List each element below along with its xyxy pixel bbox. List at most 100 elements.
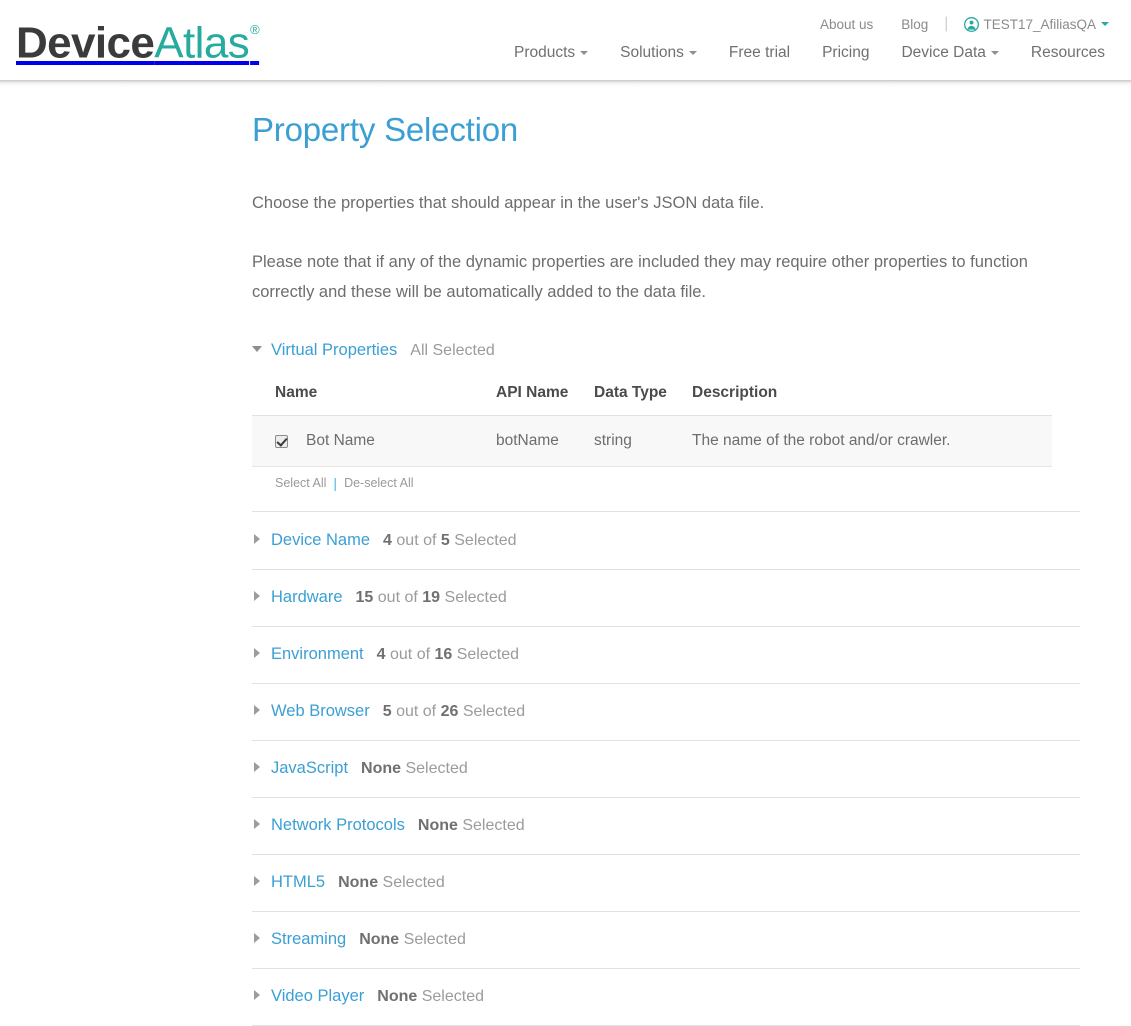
group-title-environment[interactable]: Environment bbox=[271, 641, 364, 667]
collapsed-groups-list: Device Name 4 out of 5 Selected Hardware 15… bbox=[252, 512, 1082, 1026]
table-header-row: Name API Name Data Type Description bbox=[252, 384, 1052, 416]
property-groups: Virtual Properties All Selected Name API… bbox=[252, 307, 1082, 1026]
nav-resources[interactable]: Resources bbox=[1015, 42, 1121, 64]
column-header-data-type: Data Type bbox=[594, 384, 692, 416]
chevron-right-icon bbox=[254, 648, 260, 658]
header-shadow bbox=[0, 80, 1131, 88]
group-count-environment: 4 out of 16 Selected bbox=[377, 642, 519, 668]
group-header-virtual-properties[interactable]: Virtual Properties All Selected bbox=[252, 337, 1082, 364]
nav-about-us[interactable]: About us bbox=[806, 17, 887, 32]
group-header-web-browser[interactable]: Web Browser 5 out of 26 Selected bbox=[252, 698, 1080, 725]
group-count-suffix: Selected bbox=[405, 760, 468, 777]
group-title-device-name[interactable]: Device Name bbox=[271, 527, 370, 553]
group-title-html5[interactable]: HTML5 bbox=[271, 869, 325, 895]
nav-resources-label: Resources bbox=[1030, 44, 1105, 61]
select-all-link[interactable]: Select All bbox=[275, 476, 326, 490]
group-header-hardware[interactable]: Hardware 15 out of 19 Selected bbox=[252, 584, 1080, 611]
nav-free-trial-label: Free trial bbox=[728, 44, 791, 61]
user-icon bbox=[964, 16, 980, 32]
group-header-environment[interactable]: Environment 4 out of 16 Selected bbox=[252, 641, 1080, 668]
main-nav: Products Solutions Free trial Pricing De… bbox=[498, 42, 1121, 64]
site-header: DeviceAtlas® About us Blog | TEST17_Afil… bbox=[0, 0, 1131, 80]
cell-data-type: string bbox=[594, 415, 692, 467]
group-total-count: 16 bbox=[434, 646, 453, 663]
logo-text-atlas: Atlas bbox=[154, 18, 250, 68]
chevron-down-icon bbox=[580, 51, 589, 55]
group-count-suffix: Selected bbox=[403, 931, 466, 948]
chevron-right-icon bbox=[254, 762, 260, 772]
group-count-middle: out of bbox=[396, 703, 437, 720]
column-header-description: Description bbox=[692, 384, 1052, 416]
group-title-streaming[interactable]: Streaming bbox=[271, 926, 346, 952]
group-count-suffix: Selected bbox=[421, 988, 484, 1005]
property-group-network-protocols: Network Protocols None Selected bbox=[252, 798, 1080, 855]
chevron-right-icon bbox=[254, 534, 260, 544]
nav-device-data[interactable]: Device Data bbox=[885, 42, 1014, 64]
nav-divider: | bbox=[944, 15, 949, 32]
nav-blog[interactable]: Blog bbox=[887, 17, 942, 32]
group-count-hardware: 15 out of 19 Selected bbox=[356, 585, 507, 611]
group-title-network-protocols[interactable]: Network Protocols bbox=[271, 812, 405, 838]
table-row: Bot Name botName string The name of the … bbox=[252, 415, 1052, 467]
user-account-label: TEST17_AfiliasQA bbox=[983, 16, 1096, 32]
group-count-middle: out of bbox=[396, 532, 437, 549]
group-total-count: 26 bbox=[440, 703, 459, 720]
property-group-device-name: Device Name 4 out of 5 Selected bbox=[252, 512, 1080, 570]
group-title-video-player[interactable]: Video Player bbox=[271, 983, 364, 1009]
group-selected-count: None bbox=[417, 817, 458, 834]
cell-name: Bot Name bbox=[252, 415, 496, 467]
column-header-name: Name bbox=[252, 384, 496, 416]
site-logo[interactable]: DeviceAtlas® bbox=[16, 12, 260, 70]
property-checkbox-bot-name[interactable] bbox=[275, 434, 288, 448]
group-count-suffix: Selected bbox=[382, 874, 445, 891]
group-title-javascript[interactable]: JavaScript bbox=[271, 755, 348, 781]
group-header-streaming[interactable]: Streaming None Selected bbox=[252, 926, 1080, 953]
name-cell-inner: Bot Name bbox=[275, 432, 496, 450]
group-header-javascript[interactable]: JavaScript None Selected bbox=[252, 755, 1080, 782]
nav-products[interactable]: Products bbox=[498, 42, 604, 64]
group-count-html5: None Selected bbox=[338, 870, 445, 896]
group-header-device-name[interactable]: Device Name 4 out of 5 Selected bbox=[252, 527, 1080, 554]
chevron-right-icon bbox=[254, 990, 260, 1000]
group-count-suffix: Selected bbox=[462, 817, 525, 834]
chevron-right-icon bbox=[254, 876, 260, 886]
user-account-menu[interactable]: TEST17_AfiliasQA bbox=[950, 17, 1123, 32]
group-header-video-player[interactable]: Video Player None Selected bbox=[252, 983, 1080, 1010]
group-header-network-protocols[interactable]: Network Protocols None Selected bbox=[252, 812, 1080, 839]
utility-nav: About us Blog | TEST17_AfiliasQA bbox=[806, 15, 1123, 33]
chevron-down-icon bbox=[990, 51, 999, 55]
select-links-divider: | bbox=[333, 474, 338, 491]
group-title-web-browser[interactable]: Web Browser bbox=[271, 698, 370, 724]
nav-pricing-label: Pricing bbox=[822, 44, 870, 61]
group-count-video-player: None Selected bbox=[377, 984, 484, 1010]
cell-description: The name of the robot and/or crawler. bbox=[692, 415, 1052, 467]
main-content: Property Selection Choose the properties… bbox=[252, 96, 1082, 1026]
cell-api-name: botName bbox=[496, 415, 594, 467]
nav-free-trial[interactable]: Free trial bbox=[713, 42, 806, 64]
group-title-virtual-properties[interactable]: Virtual Properties bbox=[271, 337, 397, 363]
property-group-javascript: JavaScript None Selected bbox=[252, 741, 1080, 798]
intro-paragraph-2: Please note that if any of the dynamic p… bbox=[252, 253, 1028, 301]
group-count-suffix: Selected bbox=[462, 703, 526, 720]
group-count-virtual-properties: All Selected bbox=[410, 342, 495, 359]
property-table: Name API Name Data Type Description Bot … bbox=[252, 384, 1052, 467]
group-header-html5[interactable]: HTML5 None Selected bbox=[252, 869, 1080, 896]
group-selected-count: 15 bbox=[355, 589, 374, 606]
group-title-hardware[interactable]: Hardware bbox=[271, 584, 343, 610]
group-selected-count: 4 bbox=[376, 646, 386, 663]
property-group-html5: HTML5 None Selected bbox=[252, 855, 1080, 912]
nav-pricing[interactable]: Pricing bbox=[806, 42, 885, 64]
property-group-streaming: Streaming None Selected bbox=[252, 912, 1080, 969]
chevron-right-icon bbox=[254, 705, 260, 715]
chevron-down-icon bbox=[252, 346, 262, 352]
chevron-down-icon bbox=[688, 51, 697, 55]
group-count-suffix: Selected bbox=[444, 589, 507, 606]
chevron-right-icon bbox=[254, 933, 260, 943]
property-group-environment: Environment 4 out of 16 Selected bbox=[252, 627, 1080, 684]
nav-solutions[interactable]: Solutions bbox=[604, 42, 713, 64]
deselect-all-link[interactable]: De-select All bbox=[344, 476, 413, 490]
property-group-virtual-properties: Virtual Properties All Selected Name API… bbox=[252, 337, 1082, 512]
group-count-middle: out of bbox=[377, 589, 418, 606]
group-count-suffix: Selected bbox=[456, 646, 519, 663]
group-count-javascript: None Selected bbox=[361, 756, 468, 782]
